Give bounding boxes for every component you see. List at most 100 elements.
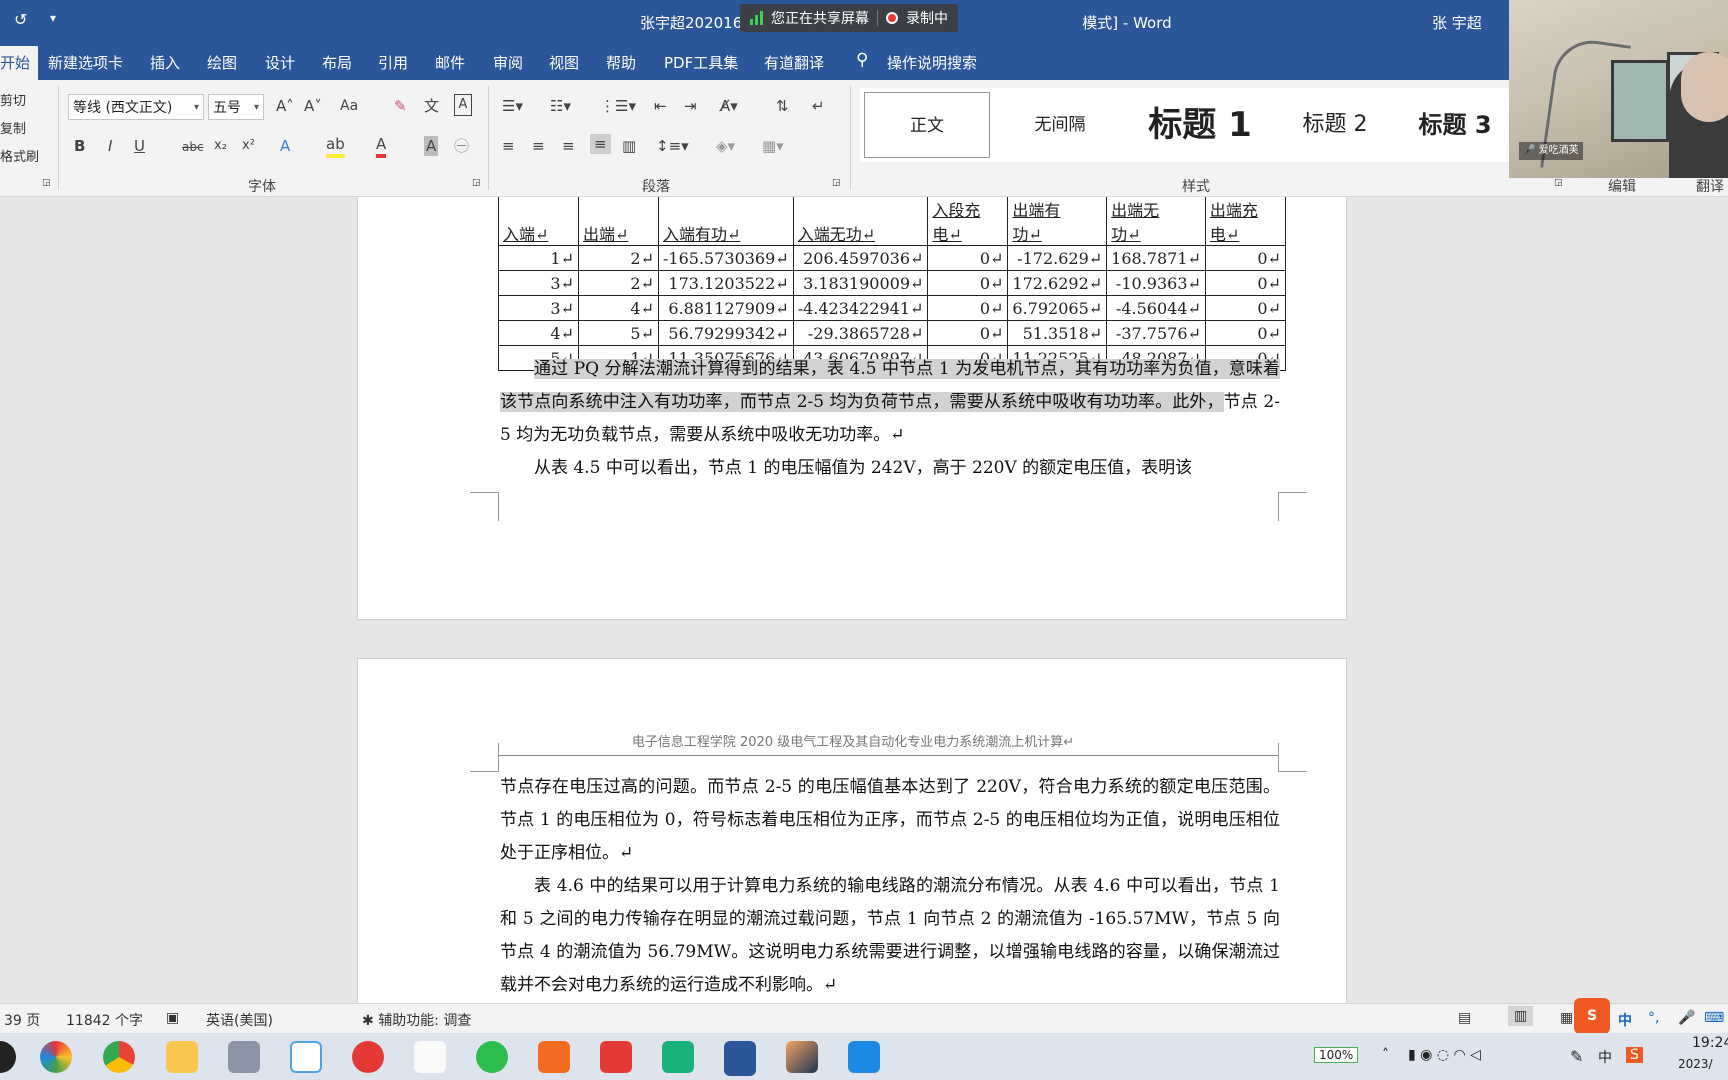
line-spacing-icon[interactable]: ↕≡▾ — [656, 136, 689, 156]
tray-icons[interactable]: ▮ ◉ ◌ ◠ ◁ — [1408, 1047, 1481, 1063]
phonetic-guide-icon[interactable]: 文 — [424, 96, 439, 116]
ime-punctuation-icon[interactable]: °, — [1648, 1010, 1659, 1026]
table-cell[interactable]: 0↵ — [927, 295, 1009, 321]
text-effects-icon[interactable]: A — [280, 136, 290, 156]
accessibility-status[interactable]: ✱ 辅助功能: 调查 — [362, 1010, 471, 1030]
dialog-launcher-icon[interactable]: ◲ — [832, 178, 841, 188]
align-right-icon[interactable]: ≡ — [562, 136, 575, 156]
table-cell[interactable]: -10.9363↵ — [1106, 270, 1206, 296]
table-cell[interactable]: 0↵ — [1204, 245, 1286, 271]
font-size-select[interactable]: 五号 ▾ — [208, 94, 264, 120]
numbering-icon[interactable]: ☷▾ — [550, 96, 571, 116]
table-cell[interactable]: 2↵ — [578, 270, 659, 296]
chrome-icon[interactable] — [103, 1041, 135, 1073]
bullets-icon[interactable]: ☰▾ — [502, 96, 523, 116]
font-color-icon[interactable]: A — [376, 134, 387, 158]
camera-icon[interactable] — [228, 1041, 260, 1073]
char-shading-icon[interactable]: A — [424, 136, 439, 156]
dialog-launcher-icon[interactable]: ◲ — [1554, 178, 1563, 188]
table-cell[interactable]: 4↵ — [498, 320, 579, 346]
word-icon[interactable] — [724, 1041, 756, 1076]
page2-body[interactable]: 节点存在电压过高的问题。而节点 2-5 的电压幅值基本达到了 220V，符合电力… — [500, 771, 1280, 1002]
selected-text[interactable]: 通过 PQ 分解法潮流计算得到的结果，表 4.5 中节点 1 为发电机节点，其有… — [500, 359, 1280, 412]
translate-group-label[interactable]: 翻译 — [1696, 176, 1724, 196]
strikethrough-button[interactable]: abc — [182, 137, 204, 157]
enclose-char-icon[interactable]: ㊀ — [454, 136, 469, 156]
ime-indicator[interactable]: 中 — [1598, 1047, 1612, 1067]
clock-date[interactable]: 2023/ — [1678, 1057, 1713, 1071]
language-indicator[interactable]: 英语(美国) — [206, 1010, 273, 1030]
word-count[interactable]: 11842 个字 — [66, 1010, 143, 1030]
app-icon[interactable] — [662, 1041, 694, 1073]
proofing-icon[interactable]: ▣ — [166, 1010, 179, 1026]
decrease-indent-icon[interactable]: ⇤ — [654, 96, 667, 116]
table-cell[interactable]: 6.792065↵ — [1007, 295, 1108, 321]
table-cell[interactable]: -29.3865728↵ — [792, 320, 929, 346]
multilevel-list-icon[interactable]: ⋮☰▾ — [600, 96, 636, 116]
subscript-button[interactable]: x₂ — [214, 136, 227, 156]
table-cell[interactable]: 0↵ — [927, 245, 1009, 271]
table-cell[interactable]: 172.6292↵ — [1007, 270, 1108, 296]
style-heading-1[interactable]: 标题 1 — [1130, 92, 1270, 158]
bold-button[interactable]: B — [74, 136, 85, 156]
table-cell[interactable]: -172.629↵ — [1007, 245, 1108, 271]
app-icon[interactable] — [538, 1041, 570, 1073]
grow-font-icon[interactable]: A˄ — [276, 96, 294, 116]
screen-share-bar[interactable]: 您正在共享屏幕 录制中 — [740, 4, 958, 32]
tab-new[interactable]: 新建选项卡 — [48, 52, 123, 73]
superscript-button[interactable]: x² — [242, 136, 255, 156]
show-marks-icon[interactable]: ↵ — [812, 96, 825, 116]
table-cell[interactable]: 4↵ — [578, 295, 659, 321]
table-cell[interactable]: 0↵ — [1204, 295, 1286, 321]
tell-me-search[interactable]: 操作说明搜索 — [887, 52, 977, 73]
table-cell[interactable]: 6.881127909↵ — [658, 295, 794, 321]
tab-insert[interactable]: 插入 — [150, 52, 180, 73]
battery-indicator[interactable]: 100% — [1314, 1047, 1359, 1063]
show-hidden-icon[interactable]: ˄ — [1382, 1047, 1389, 1063]
power-flow-table[interactable]: 入端↵ 出端↵ 入端有功↵ 入端无功↵ 入段充 电↵ 出端有 功↵ 出端无 功↵… — [498, 197, 1286, 371]
sort-icon[interactable]: ⇅ — [776, 96, 789, 116]
borders-icon[interactable]: ▦▾ — [762, 136, 784, 156]
table-cell[interactable]: 0↵ — [1204, 270, 1286, 296]
table-cell[interactable]: -4.423422941↵ — [792, 295, 929, 321]
matlab-icon[interactable] — [786, 1041, 818, 1073]
align-center-icon[interactable]: ≡ — [532, 136, 545, 156]
sogou-icon[interactable]: S — [1574, 998, 1610, 1034]
app-icon[interactable] — [290, 1041, 322, 1073]
style-no-spacing[interactable]: 无间隔 — [1000, 92, 1120, 158]
sogou-tray-icon[interactable]: S — [1626, 1047, 1643, 1063]
table-cell[interactable]: 51.3518↵ — [1007, 320, 1108, 346]
tab-references[interactable]: 引用 — [378, 52, 408, 73]
tab-help[interactable]: 帮助 — [606, 52, 636, 73]
page[interactable]: 电子信息工程学院 2020 级电气工程及其自动化专业电力系统潮流上机计算↵ 节点… — [357, 658, 1347, 1003]
tab-layout[interactable]: 布局 — [322, 52, 352, 73]
justify-icon[interactable]: ≡ — [590, 134, 611, 154]
style-normal[interactable]: 正文 — [864, 92, 990, 158]
table-cell[interactable]: 168.7871↵ — [1106, 245, 1206, 271]
paragraph[interactable]: 从表 4.5 中可以看出，节点 1 的电压幅值为 242V，高于 220V 的额… — [500, 452, 1280, 485]
page1-body[interactable]: 通过 PQ 分解法潮流计算得到的结果，表 4.5 中节点 1 为发电机节点，其有… — [500, 353, 1280, 485]
table-cell[interactable]: -165.5730369↵ — [658, 245, 794, 271]
dialog-launcher-icon[interactable]: ◲ — [472, 178, 481, 188]
highlight-icon[interactable]: ab — [326, 134, 345, 158]
table-cell[interactable]: 206.4597036↵ — [792, 245, 929, 271]
table-cell[interactable]: 3.183190009↵ — [792, 270, 929, 296]
page[interactable]: 入端↵ 出端↵ 入端有功↵ 入端无功↵ 入段充 电↵ 出端有 功↵ 出端无 功↵… — [357, 197, 1347, 620]
underline-button[interactable]: U — [134, 136, 145, 156]
tab-design[interactable]: 设计 — [265, 52, 295, 73]
clock-time[interactable]: 19:24 — [1692, 1035, 1728, 1051]
table-cell[interactable]: -4.56044↵ — [1106, 295, 1206, 321]
paragraph[interactable]: 通过 PQ 分解法潮流计算得到的结果，表 4.5 中节点 1 为发电机节点，其有… — [500, 353, 1280, 452]
table-cell[interactable]: 2↵ — [578, 245, 659, 271]
table-cell[interactable]: 0↵ — [1204, 320, 1286, 346]
table-cell[interactable]: -37.7576↵ — [1106, 320, 1206, 346]
netease-music-icon[interactable] — [352, 1041, 384, 1073]
webcam-overlay[interactable]: 🎤 爱吃酒芙 — [1509, 0, 1728, 178]
table-cell[interactable]: 56.79299342↵ — [658, 320, 794, 346]
tab-youdao[interactable]: 有道翻译 — [764, 52, 824, 73]
mic-icon[interactable]: 🎤 — [1678, 1010, 1695, 1026]
tab-pdf[interactable]: PDF工具集 — [664, 52, 738, 73]
table-cell[interactable]: 3↵ — [498, 295, 579, 321]
wechat-icon[interactable] — [476, 1041, 508, 1073]
app-icon[interactable] — [40, 1041, 72, 1073]
